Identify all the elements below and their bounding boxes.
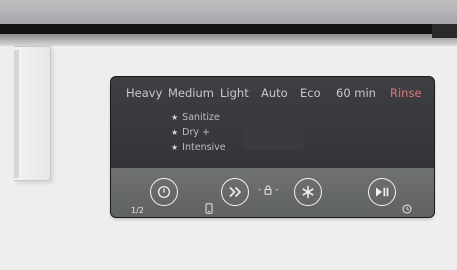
option-button[interactable] — [294, 178, 322, 206]
control-display: Heavy Medium Light Auto Eco 60 min Rinse… — [111, 77, 434, 168]
power-button[interactable] — [150, 178, 178, 206]
appliance-top-bezel — [0, 0, 457, 24]
option-dry-plus-label: Dry + — [182, 127, 210, 138]
program-eco: Eco — [300, 86, 321, 100]
program-medium: Medium — [168, 86, 214, 100]
program-auto: Auto — [261, 86, 288, 100]
program-list: Heavy Medium Light Auto Eco 60 min Rinse — [111, 86, 434, 102]
asterisk-icon — [302, 185, 314, 199]
program-rinse: Rinse — [390, 86, 422, 100]
start-pause-button[interactable] — [368, 178, 396, 206]
option-sanitize: ★ Sanitize — [171, 112, 220, 123]
appliance-corner-slot — [432, 24, 457, 38]
half-load-label: 1/2 — [131, 206, 144, 215]
phone-icon — [205, 203, 213, 214]
door-handle-edge — [14, 50, 19, 178]
option-intensive: ★ Intensive — [171, 142, 226, 153]
child-lock-sep-right: - — [275, 185, 279, 195]
program-60-min: 60 min — [336, 86, 376, 100]
star-icon: ★ — [171, 128, 179, 137]
appliance-top-strip — [0, 24, 457, 34]
option-dry-plus: ★ Dry + — [171, 127, 210, 138]
double-chevron-icon — [229, 186, 242, 198]
lock-icon — [264, 185, 272, 195]
delay-timer-icon — [402, 204, 412, 214]
door-handle[interactable] — [14, 46, 51, 181]
button-bar: 1/2 - - — [111, 168, 434, 217]
play-pause-icon — [376, 187, 389, 197]
star-icon: ★ — [171, 113, 179, 122]
program-heavy: Heavy — [126, 86, 163, 100]
star-icon: ★ — [171, 143, 179, 152]
power-icon — [157, 185, 171, 199]
option-sanitize-label: Sanitize — [182, 112, 220, 123]
control-panel: Heavy Medium Light Auto Eco 60 min Rinse… — [111, 77, 434, 217]
child-lock-sep-left: - — [258, 185, 262, 195]
digit-display-window — [243, 114, 303, 150]
child-lock-indicator: - - — [258, 185, 279, 195]
option-intensive-label: Intensive — [182, 142, 226, 153]
program-select-button[interactable] — [221, 178, 249, 206]
appliance-top-shade — [0, 34, 457, 46]
program-light: Light — [220, 86, 249, 100]
